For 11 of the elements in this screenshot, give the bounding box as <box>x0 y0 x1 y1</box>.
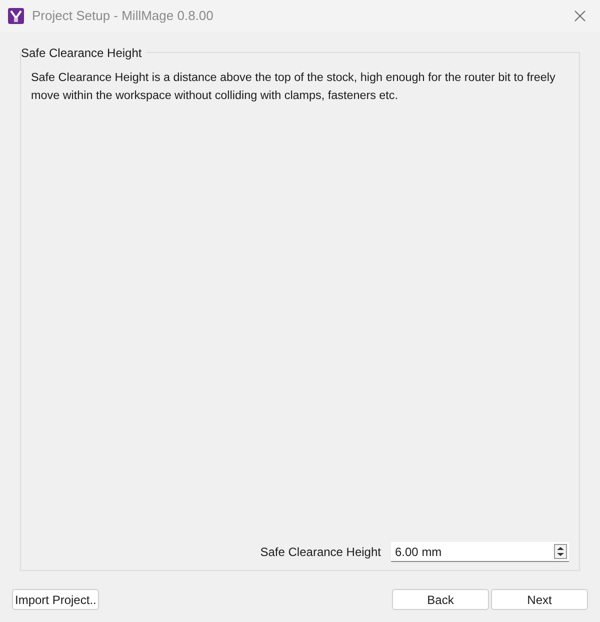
description-text: Safe Clearance Height is a distance above the top of the stock, high enough for the router bit to freely move within the workspace without colliding with clamps, fasteners etc. <box>31 70 556 104</box>
field-label: Safe Clearance Height <box>260 544 381 561</box>
height-spinbox[interactable]: 6.00 mm <box>391 542 569 562</box>
group-title: Safe Clearance Height <box>21 45 146 61</box>
close-icon <box>574 10 586 22</box>
spin-arrows-icon[interactable] <box>554 544 567 559</box>
app-logo-icon <box>8 8 24 24</box>
back-button[interactable]: Back <box>392 589 489 610</box>
next-button[interactable]: Next <box>491 589 588 610</box>
import-project-button[interactable]: Import Project.. <box>12 589 100 610</box>
window-title: Project Setup - MillMage 0.8.00 <box>32 7 214 26</box>
